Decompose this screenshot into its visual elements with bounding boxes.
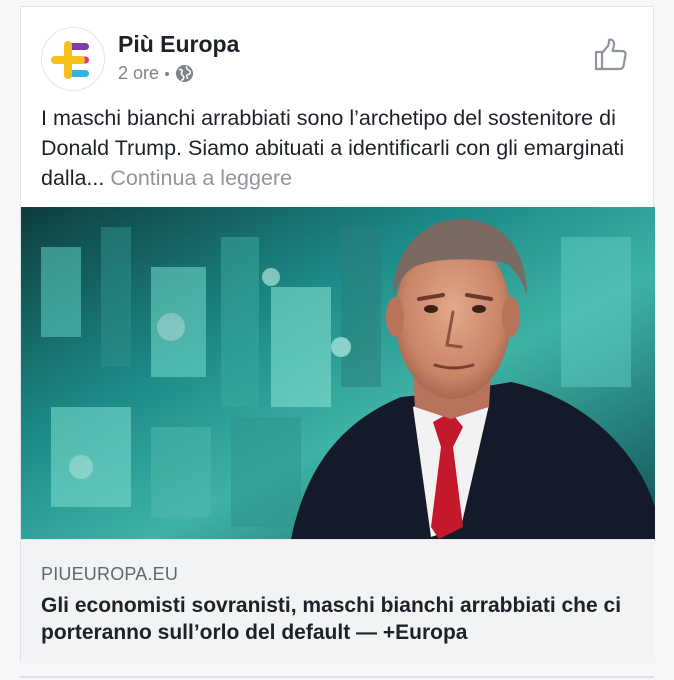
continue-reading-link[interactable]: Continua a leggere [110, 166, 292, 190]
portrait-photo [21, 207, 655, 539]
divider [20, 676, 654, 678]
separator-dot [165, 71, 170, 76]
link-image[interactable] [21, 207, 655, 539]
post-header: Più Europa 2 ore [21, 7, 653, 97]
link-headline[interactable]: Gli economisti sovranisti, maschi bianch… [41, 592, 631, 646]
page-avatar[interactable] [41, 27, 105, 91]
link-preview[interactable]: PIUEUROPA.EU Gli economisti sovranisti, … [21, 539, 655, 663]
thumbs-up-icon[interactable] [593, 37, 629, 73]
post-time[interactable]: 2 ore [118, 63, 159, 84]
post-card: Più Europa 2 ore I maschi bianchi arrabb… [20, 6, 655, 663]
piu-europa-logo [51, 41, 89, 79]
post-meta: 2 ore [118, 63, 194, 84]
post-text: I maschi bianchi arrabbiati sono l’arche… [41, 103, 641, 193]
link-domain: PIUEUROPA.EU [41, 564, 179, 584]
globe-icon [175, 64, 194, 83]
page-name[interactable]: Più Europa [118, 31, 239, 58]
